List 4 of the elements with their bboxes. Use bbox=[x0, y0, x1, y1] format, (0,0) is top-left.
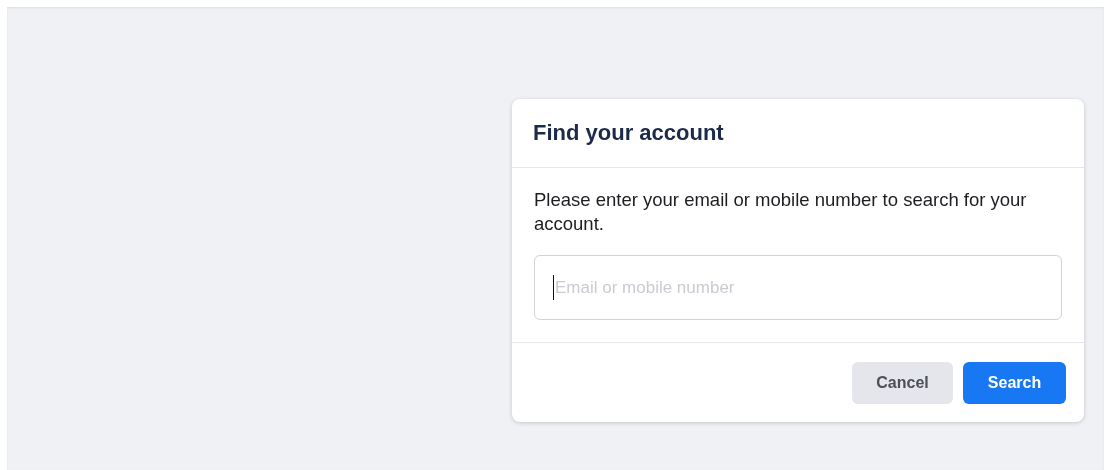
dialog-title: Find your account bbox=[533, 120, 724, 146]
cancel-button[interactable]: Cancel bbox=[852, 362, 953, 404]
search-button[interactable]: Search bbox=[963, 362, 1066, 404]
dialog-message: Please enter your email or mobile number to search for your account. bbox=[534, 188, 1028, 236]
